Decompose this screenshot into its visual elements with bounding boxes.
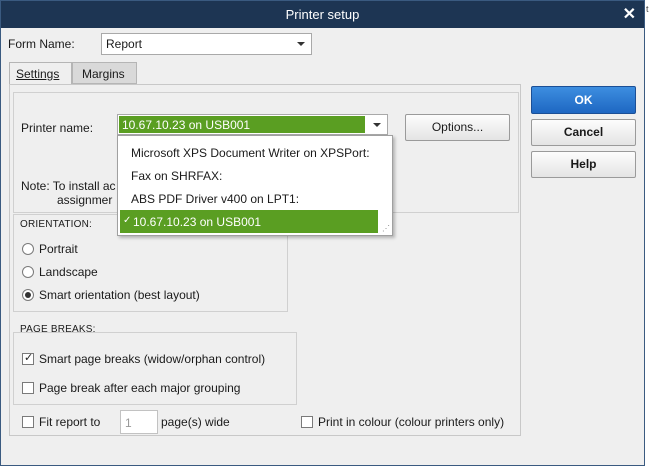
cancel-button-label: Cancel xyxy=(563,125,604,139)
chevron-down-icon xyxy=(373,123,381,127)
major-grouping-checkbox[interactable] xyxy=(22,382,34,394)
form-name-select[interactable]: Report xyxy=(101,33,312,55)
page-breaks-heading: PAGE BREAKS: xyxy=(20,324,96,335)
fit-report-label: Fit report to xyxy=(39,415,101,429)
close-icon[interactable]: ✕ xyxy=(623,4,636,24)
smart-orientation-label: Smart orientation (best layout) xyxy=(39,288,200,302)
title-bar: Printer setup ✕ xyxy=(1,1,644,28)
ok-button[interactable]: OK xyxy=(531,86,636,114)
fit-report-checkbox[interactable] xyxy=(22,416,34,428)
printer-option-fax[interactable]: Fax on SHRFAX: xyxy=(118,164,392,187)
smart-page-breaks-label: Smart page breaks (widow/orphan control) xyxy=(39,352,266,366)
help-button-label: Help xyxy=(570,157,597,171)
fit-report-pages-value: 1 xyxy=(125,416,132,430)
form-name-label: Form Name: xyxy=(8,37,75,51)
landscape-radio[interactable] xyxy=(22,266,34,278)
printer-option-label: ABS PDF Driver v400 on LPT1: xyxy=(131,192,300,206)
tab-settings-label: Settings xyxy=(16,67,60,81)
print-colour-checkbox[interactable] xyxy=(301,416,313,428)
smart-orientation-radio[interactable] xyxy=(22,289,34,301)
options-button-label: Options... xyxy=(431,120,484,134)
landscape-label: Landscape xyxy=(39,265,98,279)
tab-margins-label: Margins xyxy=(82,67,125,81)
printer-name-label: Printer name: xyxy=(21,121,94,135)
fit-report-pages-input[interactable]: 1 xyxy=(120,410,158,434)
note-line-2: assignmer xyxy=(57,193,113,207)
check-icon: ✓ xyxy=(123,215,132,226)
form-name-value: Report xyxy=(106,37,143,51)
printer-name-value: 10.67.10.23 on USB001 xyxy=(122,118,251,132)
options-button[interactable]: Options... xyxy=(405,114,510,141)
major-grouping-label: Page break after each major grouping xyxy=(39,381,241,395)
cancel-button[interactable]: Cancel xyxy=(531,119,636,146)
note-line-1: Note: To install ac xyxy=(21,179,116,193)
ok-button-label: OK xyxy=(574,93,593,107)
printer-option-usb001[interactable]: ✓ 10.67.10.23 on USB001 xyxy=(120,210,378,233)
printer-setup-dialog: Printer setup ✕ Form Name: Report Settin… xyxy=(0,0,645,466)
printer-dropdown-list: Microsoft XPS Document Writer on XPSPort… xyxy=(117,135,393,236)
resize-grip-icon[interactable]: ⋰ xyxy=(382,224,390,233)
background-text-fragment: t xyxy=(646,4,649,14)
printer-option-label: Fax on SHRFAX: xyxy=(131,169,223,183)
print-colour-label: Print in colour (colour printers only) xyxy=(318,415,505,429)
chevron-down-icon xyxy=(297,42,305,46)
printer-name-select[interactable]: 10.67.10.23 on USB001 xyxy=(117,114,388,135)
portrait-radio[interactable] xyxy=(22,243,34,255)
printer-option-label: 10.67.10.23 on USB001 xyxy=(133,215,262,229)
printer-option-pdf[interactable]: ABS PDF Driver v400 on LPT1: xyxy=(118,187,392,210)
fit-report-suffix: page(s) wide xyxy=(161,415,230,429)
printer-option-xps[interactable]: Microsoft XPS Document Writer on XPSPort… xyxy=(118,141,392,164)
tab-settings[interactable]: Settings xyxy=(9,62,72,85)
smart-page-breaks-checkbox[interactable]: ✓ xyxy=(22,352,34,365)
help-button[interactable]: Help xyxy=(531,151,636,178)
orientation-heading: ORIENTATION: xyxy=(20,219,93,230)
window-title: Printer setup xyxy=(285,7,360,22)
background-window-edge: t xyxy=(645,0,651,468)
printer-option-label: Microsoft XPS Document Writer on XPSPort… xyxy=(131,146,370,160)
tab-margins[interactable]: Margins xyxy=(72,62,137,84)
portrait-label: Portrait xyxy=(39,242,78,256)
check-icon: ✓ xyxy=(24,352,34,364)
